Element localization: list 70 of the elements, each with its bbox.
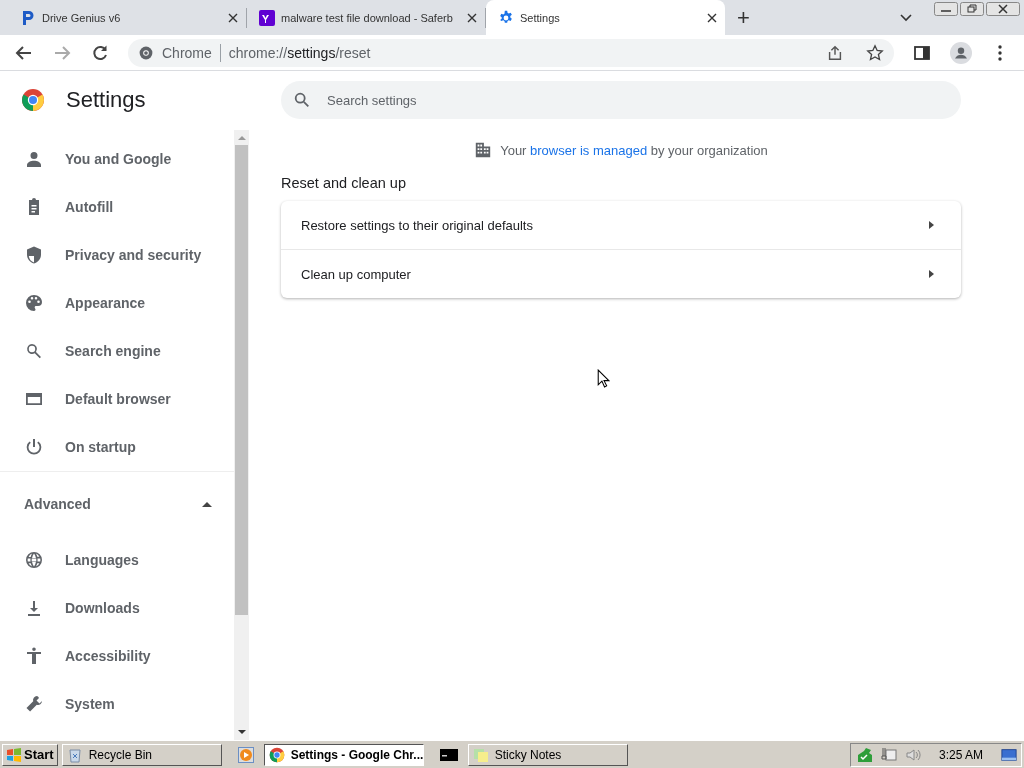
scroll-down-icon[interactable] xyxy=(237,730,246,735)
taskbar-button[interactable]: Settings - Google Chr... xyxy=(263,743,424,766)
close-icon[interactable] xyxy=(986,2,1020,16)
caret-icon xyxy=(202,501,212,507)
profile-avatar-icon[interactable] xyxy=(950,41,972,64)
search-field[interactable]: Search settings xyxy=(281,81,961,119)
search-icon xyxy=(293,91,311,109)
clock: 3:25 AM xyxy=(938,747,983,762)
scrollbar-thumb[interactable] xyxy=(235,145,248,615)
sidebar-item[interactable]: Privacy and security xyxy=(0,231,232,279)
building-icon xyxy=(474,141,493,159)
restore-icon[interactable] xyxy=(960,2,984,16)
address-bar[interactable]: Chrome chrome://settings/reset xyxy=(128,38,894,67)
sidebar-item[interactable]: Appearance xyxy=(0,279,232,327)
browser-tab[interactable]: Drive Genius v6 xyxy=(8,7,247,28)
taskbar-button[interactable]: Recycle Bin xyxy=(61,743,222,766)
chrome-logo-icon xyxy=(138,44,154,61)
command-prompt-icon[interactable] xyxy=(439,748,458,761)
share-icon[interactable] xyxy=(826,43,844,62)
settings-row[interactable]: Clean up computer xyxy=(281,249,961,298)
close-icon[interactable] xyxy=(467,12,477,23)
media-player-icon[interactable] xyxy=(237,746,254,763)
site-label: Chrome xyxy=(162,44,212,61)
start-button[interactable]: Start xyxy=(2,743,58,766)
close-icon[interactable] xyxy=(707,12,717,23)
letter-y-icon xyxy=(259,9,275,26)
sidebar-item[interactable]: Downloads xyxy=(0,584,232,632)
url-text: chrome://settings/reset xyxy=(228,44,371,61)
nav-icon xyxy=(24,293,44,313)
shield-check-icon[interactable] xyxy=(856,746,873,763)
triangle-right-icon xyxy=(929,270,934,278)
browser-tab[interactable]: Settings xyxy=(486,0,725,35)
nav-icon xyxy=(24,341,44,361)
nav-icon xyxy=(24,646,44,666)
p-letter-icon xyxy=(20,9,36,26)
managed-link[interactable]: browser is managed xyxy=(530,142,648,158)
nav-icon xyxy=(24,245,44,265)
new-tab-button[interactable]: + xyxy=(737,6,750,29)
sidebar-item[interactable]: System xyxy=(0,680,232,728)
browser-tab[interactable]: malware test file download - Saferb xyxy=(247,7,486,28)
sidebar-item[interactable]: On startup xyxy=(0,423,232,471)
gear-icon xyxy=(498,9,514,26)
windows-flag-icon xyxy=(6,746,22,763)
taskbar-button[interactable]: Sticky Notes xyxy=(467,743,628,766)
nav-icon xyxy=(24,149,44,169)
sidebar-item[interactable]: Languages xyxy=(0,536,232,584)
chrome-logo-icon xyxy=(268,746,285,763)
recycle-bin-icon xyxy=(66,746,83,763)
sidebar-item[interactable]: Default browser xyxy=(0,375,232,423)
sidebar-item[interactable]: Search engine xyxy=(0,327,232,375)
chrome-logo-icon xyxy=(21,87,45,112)
triangle-right-icon xyxy=(929,221,934,229)
sidebar-item[interactable]: Autofill xyxy=(0,183,232,231)
nav-icon xyxy=(24,550,44,570)
section-title: Reset and clean up xyxy=(281,175,407,193)
show-desktop-icon[interactable] xyxy=(1001,746,1017,763)
mouse-cursor-icon xyxy=(597,369,610,388)
chevron-down-icon[interactable] xyxy=(900,13,912,22)
minimize-icon[interactable] xyxy=(934,2,958,16)
nav-icon xyxy=(24,437,44,457)
managed-notice: Your browser is managed by your organization xyxy=(500,142,768,158)
star-icon[interactable] xyxy=(866,43,884,62)
close-icon[interactable] xyxy=(228,12,238,23)
nav-icon xyxy=(24,694,44,714)
network-icon[interactable] xyxy=(880,746,897,763)
sidebar-item[interactable]: You and Google xyxy=(0,135,232,183)
sidebar-item[interactable]: Accessibility xyxy=(0,632,232,680)
settings-row[interactable]: Restore settings to their original defaults xyxy=(281,201,961,249)
sticky-notes-icon xyxy=(472,746,489,763)
settings-title: Settings xyxy=(66,86,146,113)
